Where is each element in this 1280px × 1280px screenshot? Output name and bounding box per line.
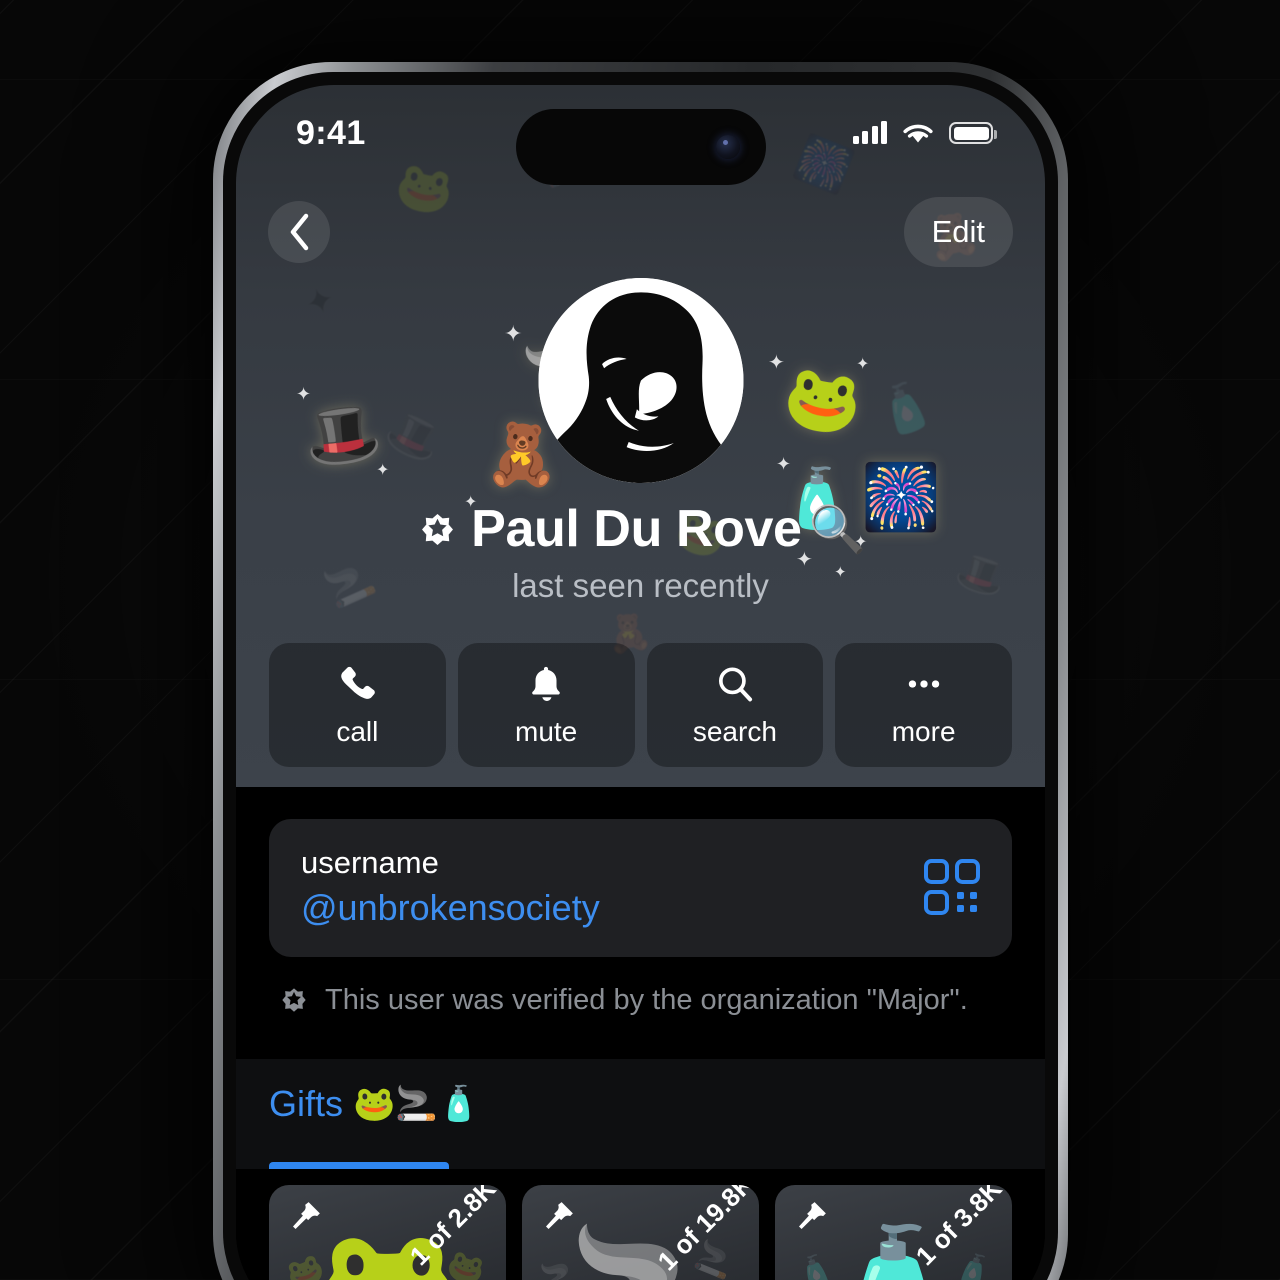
call-button-label: call [336, 715, 379, 747]
profile-status: last seen recently [512, 567, 769, 604]
gift-card-golden-frog[interactable]: 🐸 🐸 🐸 1 of 2.8K [269, 1185, 506, 1280]
gift-emoji-top-hat: 🎩 [299, 395, 386, 476]
username-card-text: username @unbrokensociety [301, 845, 600, 929]
gift-card-smoking-cigar[interactable]: 🚬 🚬 🚬 1 of 19.8K [522, 1185, 759, 1280]
cover-pattern-glyph: 🎩 [378, 402, 449, 471]
avatar[interactable] [538, 278, 743, 483]
pin-icon [546, 1202, 573, 1229]
verification-note-text: This user was verified by the organizati… [325, 983, 968, 1016]
front-camera-icon [715, 135, 740, 159]
pin-icon [293, 1202, 320, 1229]
battery-full-icon [949, 122, 997, 144]
phone-bezel: ✦ 🐸 🚬 🎆 🧸 🎩 🧴 🐸 🚬 🎩 🧸 9:41 [223, 72, 1058, 1280]
profile-name-emoji: 🔍 [808, 502, 866, 555]
profile-tab-bar: Gifts 🐸🚬🧴 [236, 1059, 1045, 1169]
mute-button[interactable]: mute [457, 643, 635, 767]
sparkle-icon: ✦ [296, 384, 312, 404]
profile-name-row: Paul Du Rove 🔍 [236, 499, 1045, 559]
sparkle-icon: ✦ [856, 356, 870, 373]
phone-icon [341, 666, 376, 699]
wifi-icon [903, 124, 933, 142]
edit-button-label: Edit [931, 214, 985, 249]
sparkle-icon: ✦ [776, 454, 792, 474]
username-label: username [301, 845, 439, 880]
sparkle-icon: ✦ [504, 321, 523, 346]
edit-button[interactable]: Edit [903, 197, 1013, 267]
mute-button-label: mute [515, 715, 578, 747]
gift-list: 🐸 🐸 🐸 1 of 2.8K 🚬 🚬 🚬 1 of 19.8K [236, 1169, 1045, 1280]
status-bar-clock: 9:41 [296, 113, 366, 152]
back-button[interactable] [268, 201, 330, 263]
tab-gifts-label: Gifts [269, 1083, 344, 1124]
tab-gifts-emoji: 🐸🚬🧴 [353, 1085, 481, 1123]
sparkle-icon: ✦ [768, 352, 785, 374]
search-button[interactable]: search [646, 643, 824, 767]
sparkle-icon: ✦ [376, 462, 390, 479]
dynamic-island [515, 109, 766, 185]
qr-code-icon[interactable] [924, 859, 980, 915]
profile-header: ✦ 🐸 🚬 🎆 🧸 🎩 🧴 🐸 🚬 🎩 🧸 9:41 [236, 85, 1045, 787]
cellular-bars-icon [852, 121, 887, 144]
phone-screen: ✦ 🐸 🚬 🎆 🧸 🎩 🧴 🐸 🚬 🎩 🧸 9:41 [236, 85, 1045, 1280]
username-card[interactable]: username @unbrokensociety [269, 819, 1012, 957]
avatar-image [538, 278, 743, 483]
avatar-portrait-silhouette [538, 278, 743, 483]
pin-icon [799, 1202, 826, 1229]
profile-action-bar: call mute search more [269, 643, 1012, 767]
tab-gifts[interactable]: Gifts 🐸🚬🧴 [269, 1083, 480, 1125]
tab-active-indicator [269, 1162, 449, 1169]
search-button-label: search [692, 715, 777, 747]
chevron-left-icon [290, 213, 309, 251]
gift-card-perfume[interactable]: 🧴 🧴 🧴 1 of 3.8K [775, 1185, 1012, 1280]
status-bar-indicators [852, 121, 997, 146]
username-value[interactable]: @unbrokensociety [301, 887, 600, 929]
verified-organization-badge-icon [282, 988, 306, 1012]
more-button-label: more [891, 715, 956, 747]
verified-organization-badge-icon [415, 507, 460, 552]
bell-icon [532, 666, 560, 701]
verification-note: This user was verified by the organizati… [269, 983, 1012, 1017]
cover-pattern-glyph: 🧴 [868, 373, 941, 443]
profile-body: username @unbrokensociety This user was … [236, 819, 1045, 1280]
profile-name: Paul Du Rove [471, 500, 802, 558]
phone-device-frame: ✦ 🐸 🚬 🎆 🧸 🎩 🧴 🐸 🚬 🎩 🧸 9:41 [213, 62, 1068, 1280]
more-button[interactable]: more [835, 643, 1012, 767]
cover-pattern-glyph: ✦ [300, 279, 340, 325]
gift-emoji-golden-frog: 🐸 [778, 359, 867, 442]
call-button[interactable]: call [269, 643, 446, 767]
search-icon [718, 666, 752, 701]
ellipsis-icon [908, 679, 939, 688]
